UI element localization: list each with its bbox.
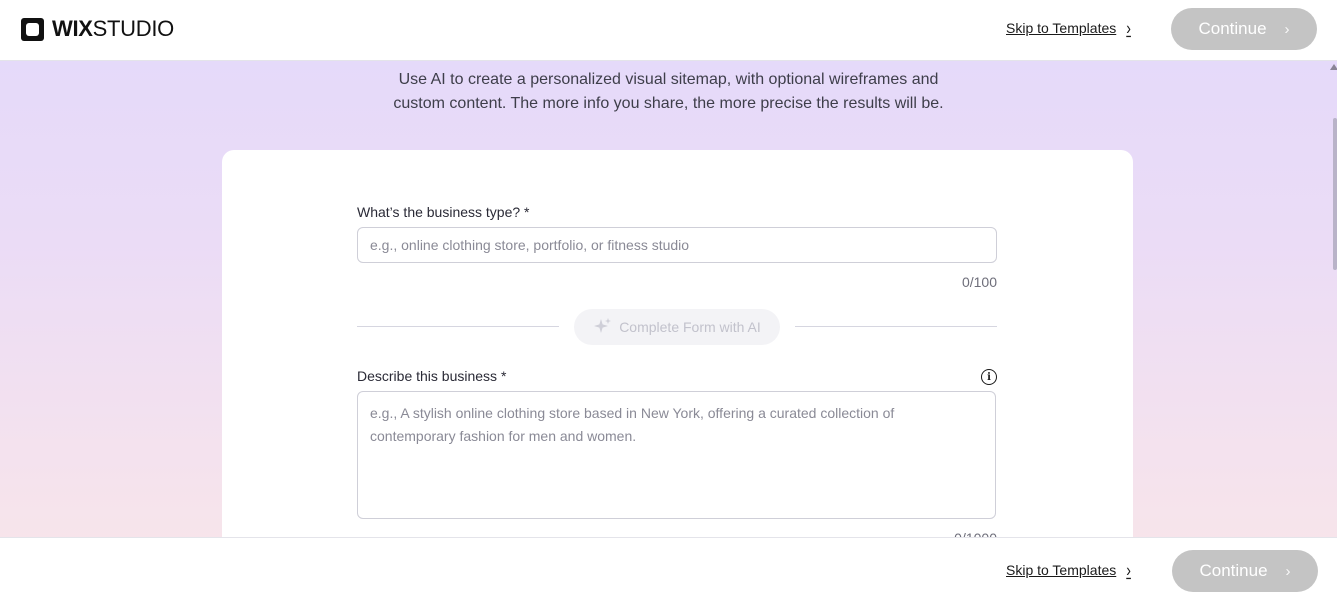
skip-to-templates-link-footer[interactable]: Skip to Templates › — [1006, 559, 1131, 581]
chevron-right-icon: › — [1285, 562, 1291, 580]
description-textarea[interactable] — [357, 391, 996, 519]
bottom-bar: Skip to Templates › Continue › — [0, 537, 1337, 603]
info-icon[interactable]: i — [981, 369, 997, 385]
top-bar: WIXSTUDIO Skip to Templates › Continue › — [0, 0, 1337, 61]
divider-right — [795, 326, 997, 327]
intro-line-1: Use AI to create a personalized visual s… — [398, 71, 939, 88]
wix-studio-logo[interactable]: WIXSTUDIO — [21, 17, 174, 41]
intro-line-2: custom content. The more info you share,… — [393, 95, 944, 112]
chevron-right-icon: › — [1284, 20, 1290, 38]
intro-text: Use AI to create a personalized visual s… — [0, 68, 1337, 116]
scrollbar-thumb[interactable] — [1333, 118, 1337, 270]
sparkle-icon — [594, 318, 612, 333]
continue-button-label-footer: Continue — [1199, 561, 1268, 580]
form-card: What’s the business type? * 0/100 Comple… — [222, 150, 1133, 570]
logo-text: WIXSTUDIO — [52, 16, 174, 41]
business-type-input[interactable] — [357, 227, 997, 263]
skip-link-label-footer: Skip to Templates — [1006, 562, 1117, 578]
business-type-counter: 0/100 — [961, 274, 997, 290]
continue-button[interactable]: Continue › — [1171, 8, 1317, 50]
skip-link-label: Skip to Templates — [1006, 20, 1117, 36]
scroll-up-arrow-icon[interactable] — [1330, 64, 1337, 70]
description-label: Describe this business * — [357, 368, 507, 384]
chevron-right-icon: › — [1126, 17, 1131, 39]
divider-left — [357, 326, 559, 327]
continue-button-footer[interactable]: Continue › — [1172, 550, 1318, 592]
ai-button-label: Complete Form with AI — [619, 319, 761, 335]
skip-to-templates-link[interactable]: Skip to Templates › — [1006, 17, 1131, 39]
chevron-right-icon: › — [1126, 559, 1131, 581]
continue-button-label: Continue — [1198, 19, 1267, 38]
complete-form-with-ai-button[interactable]: Complete Form with AI — [574, 309, 780, 345]
wix-studio-logo-icon — [21, 17, 44, 41]
business-type-label: What’s the business type? * — [357, 204, 530, 220]
